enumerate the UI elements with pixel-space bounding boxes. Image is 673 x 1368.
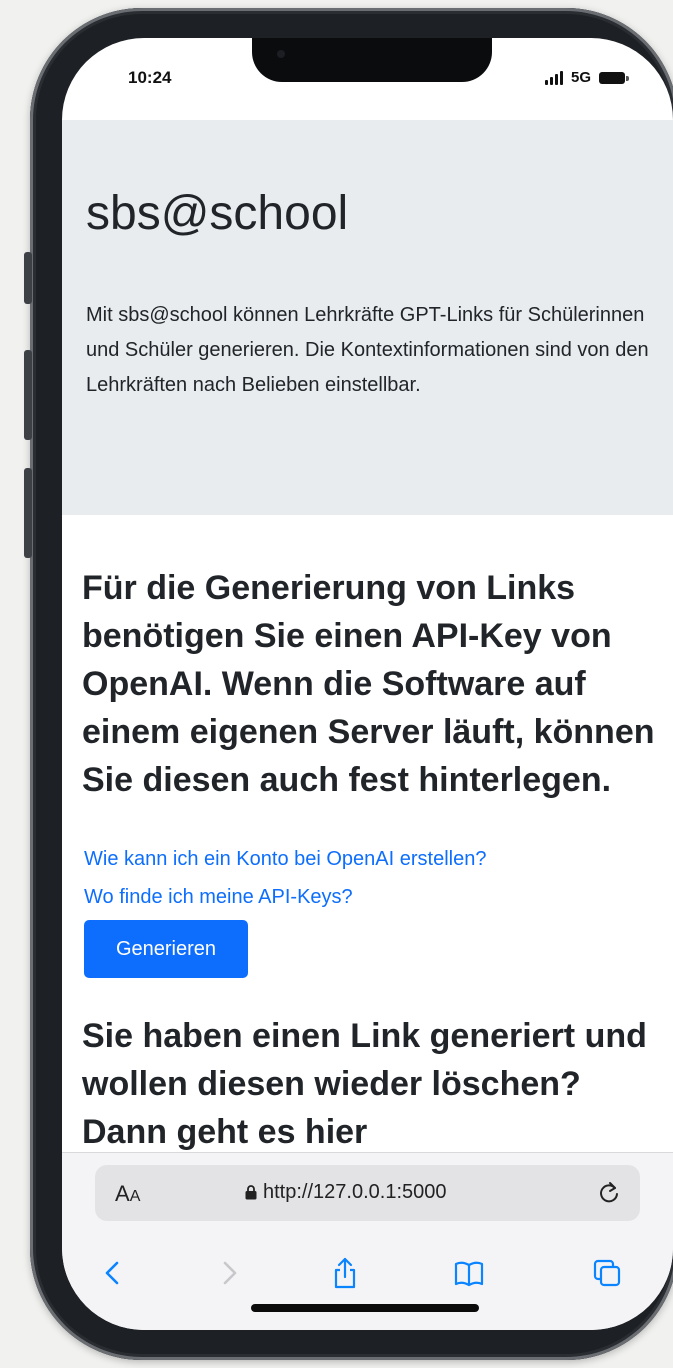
url-display[interactable]: http://127.0.0.1:5000 bbox=[245, 1181, 447, 1204]
address-bar[interactable]: AA http://127.0.0.1:5000 bbox=[95, 1165, 640, 1221]
hero-lead-text: Mit sbs@school können Lehrkräfte GPT-Lin… bbox=[86, 304, 649, 396]
openai-account-link[interactable]: Wie kann ich ein Konto bei OpenAI erstel… bbox=[84, 848, 486, 871]
reload-icon[interactable] bbox=[596, 1179, 622, 1205]
back-icon[interactable] bbox=[98, 1257, 128, 1289]
page-title: sbs@school bbox=[86, 187, 349, 240]
api-keys-link[interactable]: Wo finde ich meine API-Keys? bbox=[84, 886, 353, 909]
tabs-icon[interactable] bbox=[592, 1257, 622, 1289]
signal-icon bbox=[544, 70, 563, 85]
volume-up-button bbox=[24, 350, 32, 440]
bookmarks-icon[interactable] bbox=[454, 1257, 484, 1289]
phone-screen: sbs@school Mit sbs@school können Lehrkrä… bbox=[62, 38, 673, 1330]
network-type: 5G bbox=[570, 69, 591, 86]
reader-settings-button[interactable]: AA bbox=[115, 1181, 140, 1207]
home-indicator[interactable] bbox=[251, 1304, 479, 1312]
delete-link-heading: Sie haben einen Link generiert und wolle… bbox=[82, 1017, 647, 1151]
status-indicators: 5G bbox=[544, 69, 629, 86]
mute-switch bbox=[24, 252, 32, 304]
url-text: http://127.0.0.1:5000 bbox=[263, 1181, 447, 1203]
status-time: 10:24 bbox=[128, 68, 172, 87]
notch bbox=[252, 38, 492, 82]
volume-down-button bbox=[24, 468, 32, 558]
share-icon[interactable] bbox=[330, 1257, 360, 1289]
battery-icon bbox=[599, 71, 629, 84]
api-key-info-heading: Für die Generierung von Links benötigen … bbox=[82, 569, 655, 799]
aa-small-label: A bbox=[129, 1188, 141, 1205]
aa-large-label: A bbox=[115, 1181, 130, 1206]
generate-button[interactable]: Generieren bbox=[84, 920, 248, 978]
lock-icon bbox=[245, 1185, 257, 1200]
hero-jumbotron: sbs@school Mit sbs@school können Lehrkrä… bbox=[62, 120, 673, 515]
forward-icon[interactable] bbox=[214, 1257, 244, 1289]
camera-icon bbox=[277, 50, 285, 58]
